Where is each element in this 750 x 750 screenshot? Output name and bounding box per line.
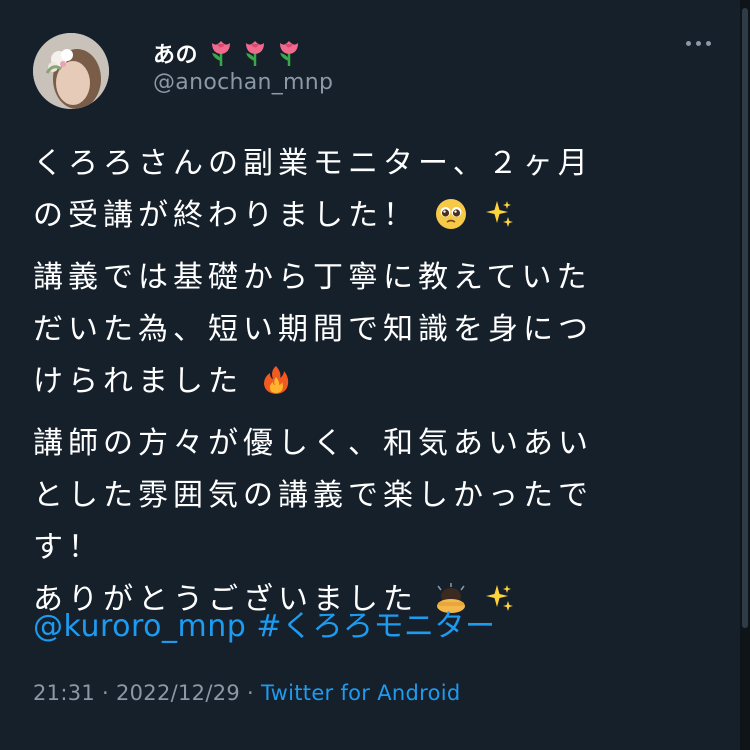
tweet-meta: 21:31 · 2022/12/29 · Twitter for Android (33, 681, 460, 705)
text-line: 講師の方々が優しく、和気あいあい (33, 426, 593, 461)
avatar[interactable] (33, 33, 109, 109)
tweet-paragraph-2: 講義では基礎から丁寧に教えていた だいた為、短い期間で知識を身につ けられました (33, 252, 723, 408)
more-dot (706, 41, 711, 46)
display-name[interactable]: あの (153, 37, 302, 69)
sparkles-emoji-icon (486, 201, 514, 227)
more-dot (696, 41, 701, 46)
tweet-text: くろろさんの副業モニター、２ヶ月 の受講が終わりました！ 講義では基礎から丁寧に… (33, 138, 723, 626)
user-handle[interactable]: @anochan_mnp (153, 70, 333, 95)
tweet-date[interactable]: 2022/12/29 (116, 681, 240, 705)
meta-separator: · (247, 681, 254, 705)
fire-emoji-icon (263, 366, 288, 394)
scrollbar-thumb[interactable] (742, 8, 748, 628)
pleading-face-emoji-icon (435, 199, 466, 229)
text-line: 講義では基礎から丁寧に教えていた (33, 260, 592, 295)
avatar-photo (33, 33, 109, 109)
hashtag-link[interactable]: #くろろモニター (256, 609, 495, 644)
more-dots-icon (686, 41, 691, 46)
tweet-links: @kuroro_mnp #くろろモニター (33, 601, 496, 645)
scrollbar-track[interactable] (740, 0, 750, 750)
text-line: す！ (33, 530, 103, 565)
text-line: くろろさんの副業モニター、２ヶ月 (33, 146, 593, 181)
text-line: の受講が終わりました！ (33, 198, 418, 233)
tweet-time[interactable]: 21:31 (33, 681, 95, 705)
tweet-paragraph-1: くろろさんの副業モニター、２ヶ月 の受講が終わりました！ (33, 138, 723, 242)
tulip-emoji-icon (212, 41, 231, 66)
mention-link[interactable]: @kuroro_mnp (33, 609, 246, 644)
text-line: とした雰囲気の講義で楽しかったで (33, 478, 593, 513)
tulip-emoji-icon (280, 41, 299, 66)
text-line: だいた為、短い期間で知識を身につ (33, 312, 593, 347)
tweet-card: あの @anochan_mnp くろろさんの副業モニター、２ヶ月 の受講が終わり… (0, 0, 750, 750)
meta-separator: · (102, 681, 109, 705)
tweet-source-link[interactable]: Twitter for Android (261, 681, 461, 705)
tweet-paragraph-3: 講師の方々が優しく、和気あいあい とした雰囲気の講義で楽しかったで す！ ありが… (33, 418, 723, 626)
tulip-emoji-icon (246, 41, 265, 66)
text-line: けられました (33, 364, 243, 399)
more-options-button[interactable] (686, 41, 711, 46)
display-name-text: あの (153, 43, 199, 68)
